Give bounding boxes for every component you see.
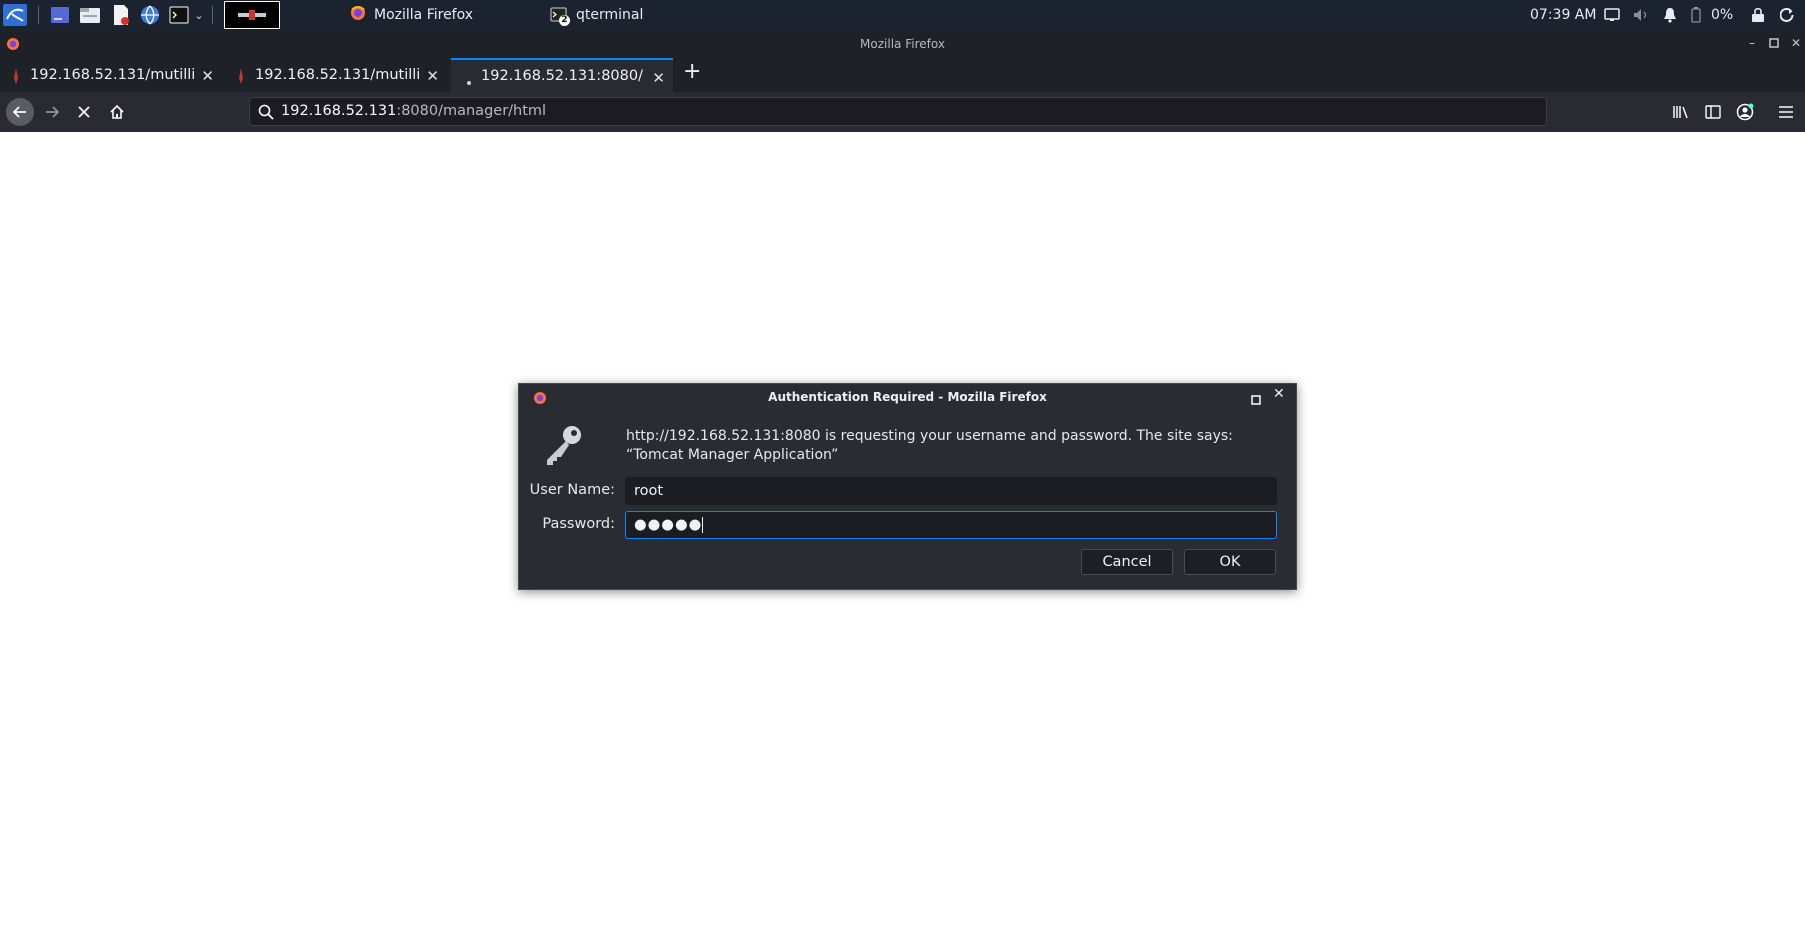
clock[interactable]: 07:39 AM [1530,0,1596,30]
notifications-bell-icon[interactable] [1662,4,1678,26]
close-dialog-button[interactable]: ✕ [1273,386,1285,402]
workspace-pager[interactable] [224,1,280,29]
dialog-title: Authentication Required - Mozilla Firefo… [768,390,1047,404]
volume-icon[interactable] [1632,4,1650,26]
address-bar[interactable]: 192.168.52.131:8080/manager/html [249,97,1547,126]
kali-menu-icon[interactable] [3,4,27,26]
taskbar-separator [212,6,213,24]
navigation-toolbar: 192.168.52.131:8080/manager/html [0,92,1805,132]
loading-dot-icon [467,73,471,89]
password-mask: ●●●●● [634,517,703,533]
text-editor-icon[interactable] [110,4,132,26]
account-icon[interactable] [1731,98,1759,126]
cancel-button[interactable]: Cancel [1081,549,1173,575]
terminal-launcher-icon[interactable] [168,4,190,26]
taskbar-task-label: Mozilla Firefox [374,7,474,23]
home-button[interactable] [103,98,131,126]
username-field[interactable]: root [625,477,1277,505]
maximize-button[interactable] [1767,36,1781,50]
username-label: User Name: [529,482,615,498]
window-titlebar: Mozilla Firefox – ✕ [0,30,1805,58]
chevron-down-icon[interactable]: ⌄ [193,4,205,26]
password-field[interactable]: ●●●●● [625,511,1277,539]
battery-icon[interactable] [1690,4,1702,26]
task-count-badge: 2 [559,15,570,26]
web-browser-icon[interactable] [139,4,161,26]
taskbar-separator [38,6,39,24]
authentication-dialog: Authentication Required - Mozilla Firefo… [518,383,1297,590]
back-button[interactable] [6,98,34,126]
power-icon[interactable] [1779,4,1795,26]
url-path: :8080/manager/html [396,103,547,119]
show-desktop-icon[interactable] [49,4,71,26]
battery-percentage: 0% [1711,7,1734,23]
lock-screen-icon[interactable] [1750,4,1766,26]
window-title: Mozilla Firefox [860,37,945,51]
hamburger-menu-icon[interactable] [1772,98,1800,126]
new-tab-button[interactable]: + [683,59,701,84]
dialog-message: http://192.168.52.131:8080 is requesting… [626,428,1233,463]
mutillidae-favicon-icon [237,68,245,88]
url-host: 192.168.52.131 [281,103,397,119]
close-tab-icon[interactable]: ✕ [652,69,665,87]
firefox-icon [350,5,366,25]
text-cursor [702,517,704,533]
display-icon[interactable] [1603,4,1621,26]
tab-label: 192.168.52.131/mutillidae/ [255,67,420,83]
close-tab-icon[interactable]: ✕ [201,67,214,85]
tab-mutillidae-2[interactable]: 192.168.52.131/mutillidae/ ✕ [225,58,447,92]
stop-loading-button[interactable] [70,98,98,126]
tab-label: 192.168.52.131:8080/ [481,68,643,84]
password-label: Password: [542,516,615,532]
tab-strip: 192.168.52.131/mutillidae/ ✕ 192.168.52.… [0,58,1805,92]
key-icon [541,423,585,471]
tab-mutillidae-1[interactable]: 192.168.52.131/mutillidae/ ✕ [0,58,222,92]
sidebar-toggle-icon[interactable] [1699,98,1727,126]
tab-label: 192.168.52.131/mutillidae/ [30,67,195,83]
url-text[interactable]: 192.168.52.131:8080/manager/html [281,103,546,119]
library-icon[interactable] [1667,98,1695,126]
search-icon [258,104,274,124]
close-window-button[interactable]: ✕ [1789,36,1803,50]
mutillidae-favicon-icon [12,68,20,88]
maximize-dialog-button[interactable] [1251,390,1261,409]
close-tab-icon[interactable]: ✕ [426,67,439,85]
desktop-taskbar: ⌄ Mozilla Firefox 2 qterminal 07:39 AM 0… [0,0,1805,30]
taskbar-task-qterminal[interactable]: 2 qterminal [550,0,643,30]
ok-button[interactable]: OK [1184,549,1276,575]
taskbar-task-label: qterminal [576,7,644,23]
file-manager-icon[interactable] [79,4,101,26]
forward-button[interactable] [38,98,66,126]
tab-tomcat-manager[interactable]: 192.168.52.131:8080/ ✕ [451,58,673,92]
terminal-icon: 2 [550,6,570,26]
taskbar-task-firefox[interactable]: Mozilla Firefox [350,0,473,30]
minimize-button[interactable]: – [1745,36,1759,50]
